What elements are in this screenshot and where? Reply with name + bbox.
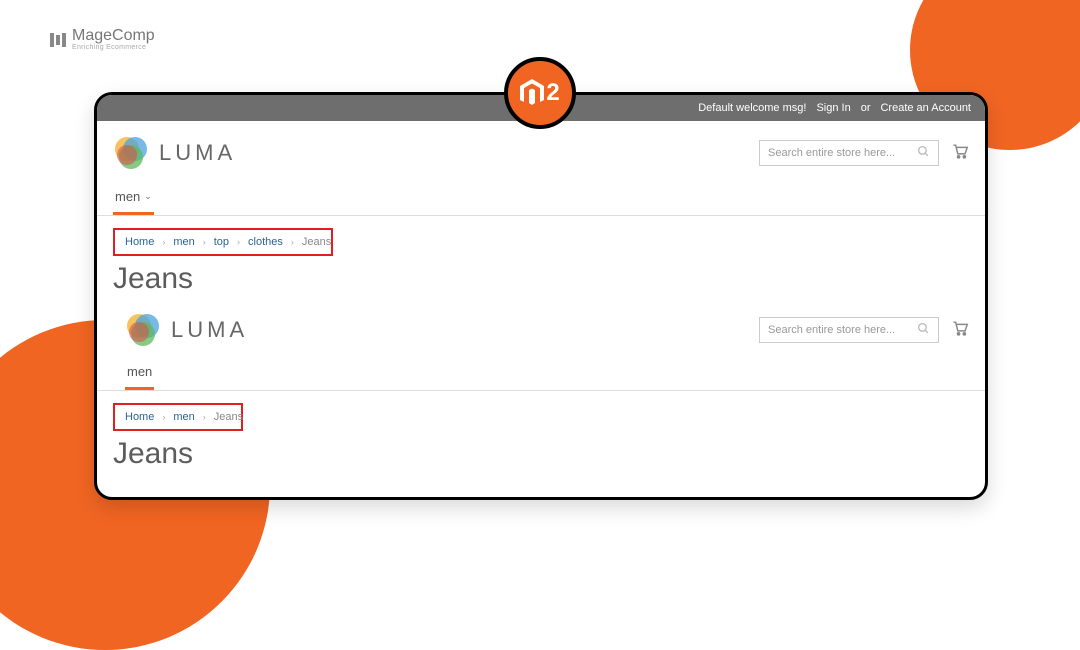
breadcrumb-2: Home › men › Jeans — [113, 403, 243, 431]
search-input[interactable] — [768, 147, 908, 159]
chevron-right-icon: › — [162, 412, 165, 422]
magento2-badge: 2 — [504, 57, 576, 129]
page-title-2: Jeans — [97, 437, 985, 473]
breadcrumb-home[interactable]: Home — [125, 236, 154, 248]
luma-mark-icon — [113, 135, 149, 171]
badge-number: 2 — [546, 79, 559, 107]
luma-brand-text: LUMA — [171, 317, 248, 343]
nav-item-men-2[interactable]: men — [125, 356, 154, 390]
search-input-2[interactable] — [768, 324, 908, 336]
chevron-right-icon: › — [291, 237, 294, 247]
search-icon[interactable] — [917, 145, 930, 161]
luma-logo-2[interactable]: LUMA — [125, 312, 248, 348]
category-nav-2: men — [97, 356, 985, 391]
breadcrumb-current: Jeans — [302, 236, 331, 248]
nav-label: men — [115, 189, 140, 204]
category-nav: men ⌄ — [97, 181, 985, 216]
chevron-right-icon: › — [203, 237, 206, 247]
chevron-down-icon: ⌄ — [144, 191, 152, 202]
breadcrumb-clothes[interactable]: clothes — [248, 236, 283, 248]
or-text: or — [861, 102, 871, 114]
nav-label: men — [127, 364, 152, 379]
cart-icon[interactable] — [951, 143, 969, 164]
luma-logo[interactable]: LUMA — [113, 135, 236, 171]
breadcrumb-men[interactable]: men — [173, 411, 194, 423]
chevron-right-icon: › — [203, 412, 206, 422]
search-box-2[interactable] — [759, 317, 939, 343]
search-icon[interactable] — [917, 322, 930, 338]
create-account-link[interactable]: Create an Account — [880, 102, 971, 114]
breadcrumb-current: Jeans — [214, 411, 243, 423]
breadcrumb-home[interactable]: Home — [125, 411, 154, 423]
breadcrumb-men[interactable]: men — [173, 236, 194, 248]
store-header-2: LUMA — [97, 304, 985, 356]
magecomp-logo: MageComp Enriching Ecommerce — [50, 28, 155, 51]
magecomp-icon — [50, 33, 66, 47]
welcome-msg: Default welcome msg! — [698, 102, 806, 114]
chevron-right-icon: › — [237, 237, 240, 247]
page-title: Jeans — [97, 262, 985, 302]
signin-link[interactable]: Sign In — [816, 102, 850, 114]
breadcrumb: Home › men › top › clothes › Jeans — [113, 228, 333, 256]
cart-icon[interactable] — [951, 320, 969, 341]
search-box[interactable] — [759, 140, 939, 166]
nav-item-men[interactable]: men ⌄ — [113, 181, 154, 215]
browser-window: Default welcome msg! Sign In or Create a… — [94, 92, 988, 500]
magecomp-name: MageComp — [72, 28, 155, 44]
magecomp-tagline: Enriching Ecommerce — [72, 44, 155, 51]
store-header: LUMA — [97, 121, 985, 181]
magento-icon — [520, 79, 544, 107]
luma-mark-icon — [125, 312, 161, 348]
luma-brand-text: LUMA — [159, 140, 236, 166]
chevron-right-icon: › — [162, 237, 165, 247]
breadcrumb-top[interactable]: top — [214, 236, 229, 248]
